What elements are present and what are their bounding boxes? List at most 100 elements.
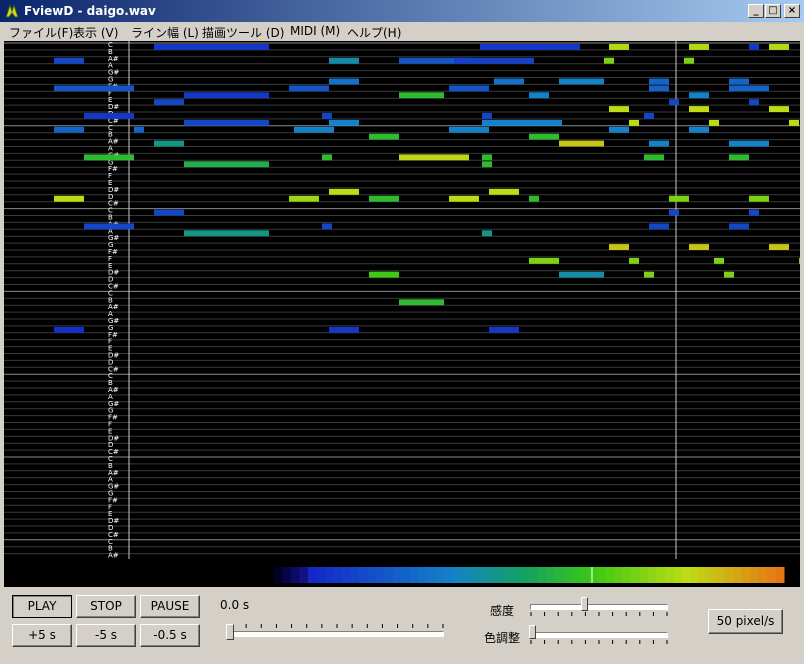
back-0.5s-button[interactable]: -0.5 s <box>140 624 200 647</box>
position-slider-thumb[interactable] <box>226 624 234 640</box>
color-scale-cell <box>597 567 606 583</box>
spectral-block <box>709 119 719 126</box>
color-scale-cell <box>308 567 317 583</box>
color-scale-cell <box>342 567 351 583</box>
color-scale-cell <box>469 567 479 583</box>
menu-line-width[interactable]: ライン幅 (L) <box>131 24 199 41</box>
spectral-block <box>729 85 769 92</box>
spectral-block <box>154 209 184 216</box>
spectral-block <box>54 57 84 64</box>
color-scale-cell <box>614 567 623 583</box>
color-scale-cell <box>546 567 555 583</box>
spectral-block <box>184 119 269 126</box>
color-scale-cell <box>648 567 657 583</box>
color-scale-cell <box>750 567 759 583</box>
color-scale-cell <box>775 567 785 583</box>
spectral-block <box>649 140 669 147</box>
spectral-block <box>494 78 524 85</box>
app-icon <box>5 3 19 18</box>
spectrogram-canvas[interactable]: CBA#AG#GF#FED#DC#CBA#AG#GF#FED#DC#CBA#AG… <box>4 41 800 587</box>
spectral-block <box>649 223 669 230</box>
color-adjust-track[interactable] <box>530 632 668 638</box>
menu-file[interactable]: ファイル(F) <box>9 24 73 41</box>
spectral-block <box>684 57 694 64</box>
color-scale-cell <box>571 567 581 583</box>
color-scale-cell <box>631 567 640 583</box>
color-scale-cell <box>401 567 411 583</box>
spectral-block <box>322 113 332 119</box>
menu-draw-tools[interactable]: 描画ツール (D) <box>202 24 284 41</box>
sensitivity-ticks <box>530 612 668 616</box>
spectral-block <box>399 154 469 161</box>
speed-button[interactable]: 50 pixel/s <box>708 609 783 634</box>
spectral-block <box>154 44 269 50</box>
color-scale-cell <box>537 567 547 583</box>
sensitivity-track[interactable] <box>530 604 668 610</box>
back-5s-button[interactable]: -5 s <box>76 624 136 647</box>
spectral-block <box>559 271 604 278</box>
stop-button[interactable]: STOP <box>76 595 136 618</box>
spectral-block <box>489 188 519 195</box>
spectral-block <box>749 99 759 106</box>
minimize-button[interactable]: _ <box>748 4 764 18</box>
color-scale-cell <box>716 567 725 583</box>
spectral-block <box>329 326 359 333</box>
spectral-block <box>769 44 789 50</box>
spectral-block <box>609 106 629 112</box>
spectral-block <box>329 78 359 85</box>
spectral-block <box>322 223 332 230</box>
color-scale-cell <box>333 567 343 583</box>
color-scale-cell <box>486 567 496 583</box>
forward-5s-button[interactable]: +5 s <box>12 624 72 647</box>
menu-view[interactable]: 表示 (V) <box>73 24 118 41</box>
color-scale-cell <box>478 567 487 583</box>
color-scale-cell <box>724 567 734 583</box>
maximize-button[interactable]: □ <box>765 4 781 18</box>
color-scale-cell <box>588 567 598 583</box>
pause-button[interactable]: PAUSE <box>140 595 200 618</box>
spectral-block <box>489 326 519 333</box>
color-scale-cell <box>563 567 572 583</box>
menu-midi[interactable]: MIDI (M) <box>290 24 340 38</box>
play-button[interactable]: PLAY <box>12 595 72 618</box>
sensitivity-slider-thumb[interactable] <box>581 597 588 611</box>
color-scale-cell <box>512 567 521 583</box>
spectral-block <box>529 92 549 99</box>
spectrogram-view[interactable]: CBA#AG#GF#FED#DC#CBA#AG#GF#FED#DC#CBA#AG… <box>4 41 800 587</box>
spectral-block <box>399 92 444 99</box>
spectral-block <box>689 44 709 50</box>
spectral-block <box>482 161 492 168</box>
color-scale-cell <box>274 567 283 583</box>
spectral-block <box>749 44 759 50</box>
spectral-block <box>604 57 614 64</box>
close-button[interactable]: × <box>784 4 800 18</box>
color-scale-cell <box>622 567 632 583</box>
spectral-block <box>84 223 134 230</box>
spectral-block <box>449 126 489 133</box>
note-label: A# <box>108 552 119 560</box>
spectral-block <box>644 271 654 278</box>
spectral-block <box>482 113 492 119</box>
spectral-block <box>609 126 629 133</box>
spectral-block <box>649 85 669 92</box>
spectral-block <box>729 154 749 161</box>
color-scale-cell <box>554 567 564 583</box>
color-scale-cell <box>758 567 768 583</box>
color-scale-cell <box>733 567 742 583</box>
menu-help[interactable]: ヘルプ(H) <box>347 24 401 41</box>
position-track[interactable] <box>230 631 444 637</box>
spectral-block <box>54 326 84 333</box>
spectral-block <box>369 133 399 140</box>
color-scale-cell <box>495 567 504 583</box>
color-adjust-slider-thumb[interactable] <box>529 625 536 639</box>
spectral-block <box>84 113 134 119</box>
spectral-block <box>689 106 709 112</box>
color-scale-cell <box>767 567 776 583</box>
spectral-block <box>54 126 84 133</box>
color-scale-cell <box>367 567 377 583</box>
color-scale-cell <box>605 567 615 583</box>
spectral-block <box>369 195 399 202</box>
color-scale-cell <box>741 567 751 583</box>
title-bar: FviewD - daigo.wav _ □ × <box>0 0 804 22</box>
spectral-block <box>609 244 629 250</box>
